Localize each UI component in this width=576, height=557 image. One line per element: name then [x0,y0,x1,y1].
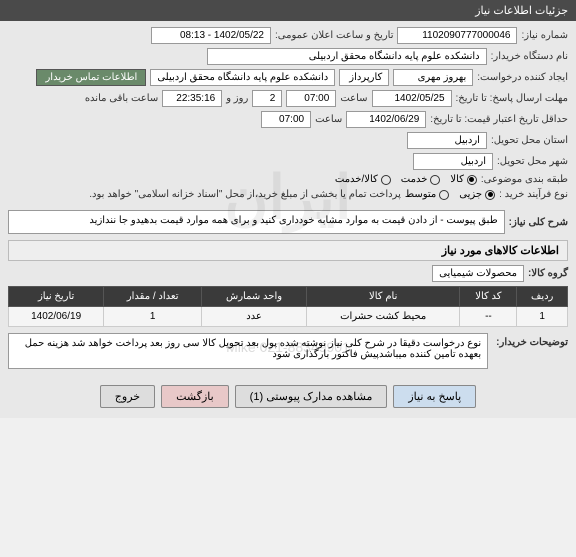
validity-date: 1402/06/29 [346,111,426,128]
city-value: اردبیل [413,153,493,170]
process-radio-group: جزیی متوسط [405,189,495,200]
radio-icon [485,190,495,200]
category-option-both[interactable]: کالا/خدمت [335,174,391,185]
respond-button[interactable]: پاسخ به نیاز [393,385,476,408]
buyer-notes-text: نوع درخواست دقیقا در شرح کلی نیاز نوشته … [8,333,488,369]
panel-title: جزئیات اطلاعات نیاز [475,5,568,17]
cell-idx: 1 [517,307,568,327]
validity-hour: 07:00 [261,111,311,128]
th-idx: ردیف [517,287,568,307]
buyer-org-value: دانشکده علوم پایه دانشگاه محقق اردبیلی [207,48,487,65]
items-table: ردیف کد کالا نام کالا واحد شمارش تعداد /… [8,286,568,327]
province-value: اردبیل [407,132,487,149]
process-note: پرداخت تمام یا بخشی از مبلغ خرید،از محل … [89,189,401,200]
table-row[interactable]: 1 -- محیط کشت حشرات عدد 1 1402/06/19 [9,307,568,327]
city-label: شهر محل تحویل: [497,156,568,167]
process-label: نوع فرآیند خرید : [499,189,568,200]
cell-qty: 1 [104,307,202,327]
group-label: گروه کالا: [528,268,568,279]
category-option-goods[interactable]: کالا [450,174,477,185]
validity-label: حداقل تاریخ اعتبار قیمت: تا تاریخ: [430,114,568,125]
need-no-label: شماره نیاز: [521,30,568,41]
radio-icon [430,175,440,185]
radio-icon [381,175,391,185]
form-area: ایران شماره نیاز: 1102090777000046 تاریخ… [0,21,576,375]
category-radio-group: کالا خدمت کالا/خدمت [335,174,477,185]
validity-hour-label: ساعت [315,114,342,125]
panel-header: جزئیات اطلاعات نیاز [0,0,576,21]
th-qty: تعداد / مقدار [104,287,202,307]
radio-icon [467,175,477,185]
deadline-label: مهلت ارسال پاسخ: تا تاریخ: [456,93,568,104]
deadline-date: 1402/05/25 [372,90,452,107]
th-name: نام کالا [306,287,459,307]
th-unit: واحد شمارش [202,287,307,307]
deadline-hour-label: ساعت [340,93,367,104]
category-option-label: کالا [450,174,464,185]
process-option-label: متوسط [405,189,436,200]
remaining-label: ساعت باقی مانده [85,93,158,104]
category-option-label: خدمت [401,174,428,185]
attachments-button[interactable]: مشاهده مدارک پیوستی (1) [235,385,388,408]
items-section-header: اطلاعات کالاهای مورد نیاز [8,240,568,261]
public-datetime-label: تاریخ و ساعت اعلان عمومی: [275,30,394,41]
requester-role: کارپرداز [339,69,389,86]
process-option-minor[interactable]: جزیی [459,189,495,200]
cell-name: محیط کشت حشرات [306,307,459,327]
process-option-label: جزیی [459,189,482,200]
category-option-service[interactable]: خدمت [401,174,441,185]
public-datetime-value: 1402/05/22 - 08:13 [151,27,271,44]
contact-buyer-button[interactable]: اطلاعات تماس خریدار [36,69,146,86]
province-label: استان محل تحویل: [491,135,568,146]
days-left: 2 [252,90,282,107]
category-option-label: کالا/خدمت [335,174,378,185]
exit-button[interactable]: خروج [100,385,155,408]
th-date: تاریخ نیاز [9,287,104,307]
button-bar: پاسخ به نیاز مشاهده مدارک پیوستی (1) باز… [0,375,576,418]
th-code: کد کالا [460,287,517,307]
buyer-notes-label: توضیحات خریدار: [496,333,568,348]
requester-org: دانشکده علوم پایه دانشگاه محقق اردبیلی [150,69,335,86]
general-desc-text: طبق پیوست - از دادن قیمت به موارد مشابه … [8,210,505,234]
remaining-time: 22:35:16 [162,90,222,107]
cell-date: 1402/06/19 [9,307,104,327]
group-value: محصولات شیمیایی [432,265,524,282]
table-header-row: ردیف کد کالا نام کالا واحد شمارش تعداد /… [9,287,568,307]
requester-name: بهروز مهری [393,69,473,86]
buyer-org-label: نام دستگاه خریدار: [491,51,568,62]
cell-code: -- [460,307,517,327]
need-no-value: 1102090777000046 [397,27,517,44]
back-button[interactable]: بازگشت [161,385,229,408]
process-option-medium[interactable]: متوسط [405,189,449,200]
day-label: روز و [226,93,248,104]
general-desc-label: شرح کلی نیاز: [509,217,568,228]
cell-unit: عدد [202,307,307,327]
requester-label: ایجاد کننده درخواست: [477,72,568,83]
category-label: طبقه بندی موضوعی: [481,174,568,185]
radio-icon [439,190,449,200]
deadline-hour: 07:00 [286,90,336,107]
